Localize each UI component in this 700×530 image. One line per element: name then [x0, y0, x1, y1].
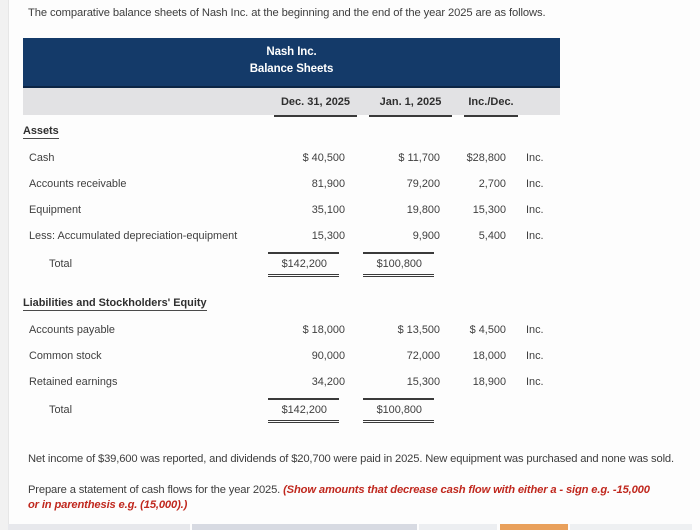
- total-value-incdec: [458, 395, 524, 425]
- row-value-jan1: $ 11,700: [398, 152, 440, 164]
- row-note: Inc.: [526, 178, 544, 190]
- row-value-dec31: $ 40,500: [302, 152, 345, 164]
- balance-sheet-table: Nash Inc. Balance Sheets Dec. 31, 2025 J…: [23, 38, 560, 425]
- column-header-label: [23, 88, 268, 115]
- row-value-incdec: 18,000: [472, 350, 506, 362]
- row-value-jan1: $ 13,500: [397, 324, 440, 336]
- table-row: Retained earnings 34,200 15,300 18,900 I…: [23, 369, 560, 395]
- total-row-liabilities: Total $142,200 $100,800: [23, 395, 560, 425]
- section-heading-assets: Assets: [23, 125, 59, 139]
- section-spacer: [23, 279, 560, 289]
- row-value-jan1: 9,900: [412, 230, 440, 242]
- bottom-strip-accent-button[interactable]: [500, 524, 568, 530]
- column-header-incdec: Inc./Dec.: [458, 88, 524, 115]
- row-value-jan1: 72,000: [406, 350, 440, 362]
- row-value-incdec: 18,900: [472, 376, 506, 388]
- total-row-assets: Total $142,200 $100,800: [23, 249, 560, 279]
- total-note: [524, 395, 560, 425]
- sheet-subtitle: Balance Sheets: [249, 63, 334, 75]
- column-header-note: [524, 88, 560, 115]
- company-name: Nash Inc.: [266, 46, 317, 58]
- row-value-jan1: 15,300: [406, 376, 440, 388]
- row-value-dec31: 35,100: [311, 204, 345, 216]
- total-note: [524, 249, 560, 279]
- row-value-jan1: 79,200: [406, 178, 440, 190]
- row-note: Inc.: [526, 376, 544, 388]
- column-header-dec31: Dec. 31, 2025: [268, 88, 363, 115]
- row-value-dec31: 81,900: [311, 178, 345, 190]
- balance-sheet-grid: Dec. 31, 2025 Jan. 1, 2025 Inc./Dec. Ass…: [23, 88, 560, 425]
- table-row: Less: Accumulated depreciation-equipment…: [23, 223, 560, 249]
- sheet-title-bar: Nash Inc. Balance Sheets: [23, 38, 560, 88]
- row-value-incdec: 2,700: [478, 178, 506, 190]
- row-label: Common stock: [29, 350, 102, 362]
- row-label: Accounts payable: [29, 324, 115, 336]
- section-heading-row-assets: Assets: [23, 117, 560, 145]
- row-note: Inc.: [526, 204, 544, 216]
- row-label: Retained earnings: [29, 376, 118, 388]
- row-value-dec31: $ 18,000: [302, 324, 345, 336]
- total-value-jan1: $100,800: [363, 397, 434, 423]
- total-label: Total: [49, 404, 73, 416]
- section-heading-liabilities: Liabilities and Stockholders' Equity: [23, 297, 207, 311]
- row-label: Equipment: [29, 204, 82, 216]
- row-value-dec31: 90,000: [311, 350, 345, 362]
- row-value-jan1: 19,800: [406, 204, 440, 216]
- total-value-jan1: $100,800: [363, 251, 434, 277]
- page-left-margin: [0, 0, 9, 530]
- bottom-strip-segment-b: [192, 524, 417, 530]
- column-header-jan1: Jan. 1, 2025: [363, 88, 458, 115]
- table-row: Accounts receivable 81,900 79,200 2,700 …: [23, 171, 560, 197]
- row-value-incdec: $28,800: [466, 152, 506, 164]
- row-note: Inc.: [526, 230, 544, 242]
- row-value-dec31: 34,200: [311, 376, 345, 388]
- table-row: Accounts payable $ 18,000 $ 13,500 $ 4,5…: [23, 317, 560, 343]
- row-label: Accounts receivable: [29, 178, 127, 190]
- table-row: Equipment 35,100 19,800 15,300 Inc.: [23, 197, 560, 223]
- row-label: Less: Accumulated depreciation-equipment: [29, 230, 238, 242]
- prompt-lead: Prepare a statement of cash flows for th…: [28, 484, 284, 496]
- total-value-dec31: $142,200: [268, 397, 339, 423]
- prompt-text: Prepare a statement of cash flows for th…: [28, 483, 660, 513]
- row-value-dec31: 15,300: [311, 230, 345, 242]
- intro-text: The comparative balance sheets of Nash I…: [28, 7, 546, 19]
- row-value-incdec: 15,300: [472, 204, 506, 216]
- row-note: Inc.: [526, 152, 544, 164]
- table-row: Common stock 90,000 72,000 18,000 Inc.: [23, 343, 560, 369]
- row-value-incdec: 5,400: [478, 230, 506, 242]
- bottom-strip-segment-c: [419, 524, 497, 530]
- column-header-row: Dec. 31, 2025 Jan. 1, 2025 Inc./Dec.: [23, 88, 560, 115]
- bottom-strip-segment-d: [570, 524, 692, 530]
- row-note: Inc.: [526, 350, 544, 362]
- row-label: Cash: [29, 152, 55, 164]
- bottom-cutoff-ui-strip: [0, 524, 700, 530]
- total-value-dec31: $142,200: [268, 251, 339, 277]
- total-value-incdec: [458, 249, 524, 279]
- row-value-incdec: $ 4,500: [469, 324, 506, 336]
- bottom-strip-segment-a: [8, 524, 190, 530]
- footnote-text: Net income of $39,600 was reported, and …: [28, 453, 674, 465]
- document-page: The comparative balance sheets of Nash I…: [0, 0, 700, 530]
- table-row: Cash $ 40,500 $ 11,700 $28,800 Inc.: [23, 145, 560, 171]
- total-label: Total: [49, 258, 73, 270]
- section-heading-row-liabilities: Liabilities and Stockholders' Equity: [23, 289, 560, 317]
- row-note: Inc.: [526, 324, 544, 336]
